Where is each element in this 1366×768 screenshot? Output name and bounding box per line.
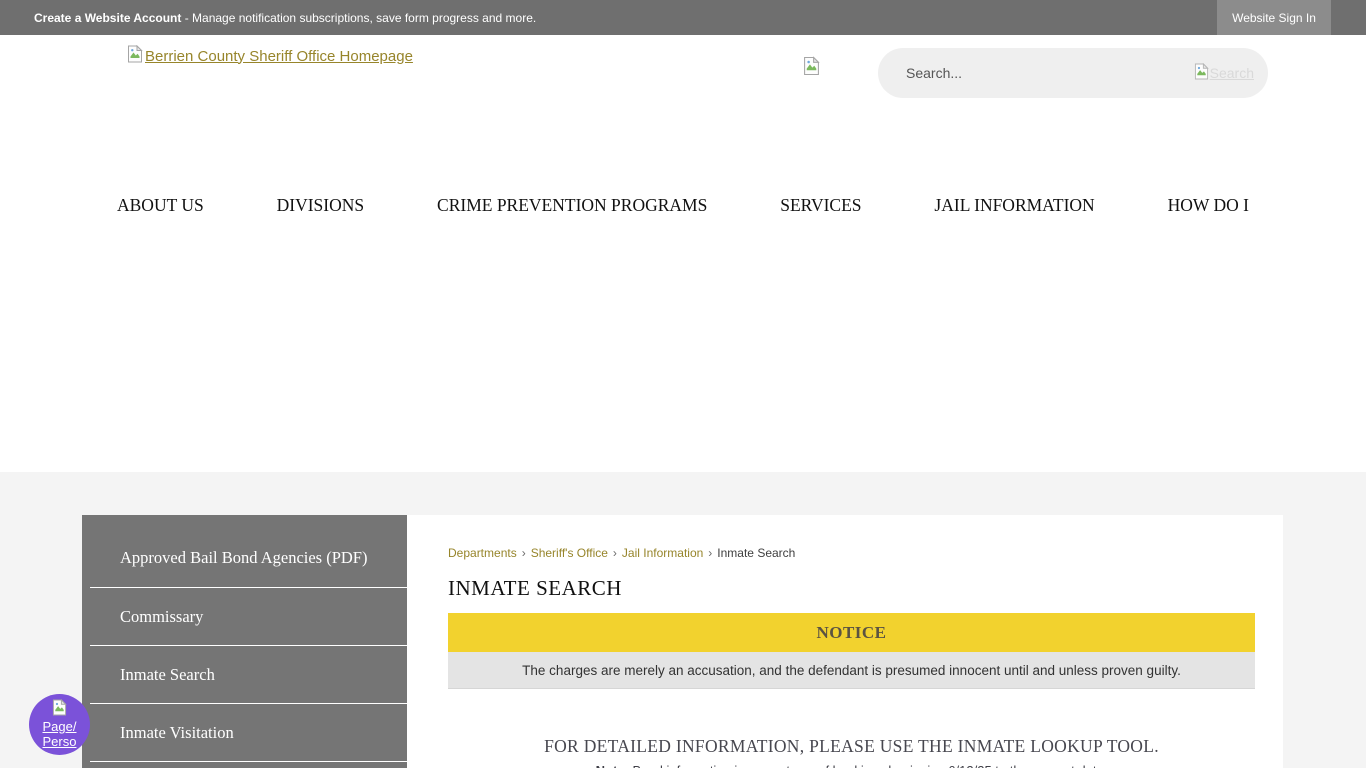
note-text: Bond information is accurate as of booki… [629,763,1107,768]
create-account-message[interactable]: Create a Website Account - Manage notifi… [34,11,536,25]
main-content: Departments › Sheriff's Office › Jail Inform… [407,515,1283,768]
sidebar-item-inmate-search[interactable]: Inmate Search [90,646,407,704]
breadcrumb-separator: › [708,546,712,560]
breadcrumb-separator: › [613,546,617,560]
broken-image-icon [52,699,67,719]
broken-image-icon [803,56,820,81]
notice-banner: NOTICE [448,613,1255,652]
content-panel: Approved Bail Bond Agencies (PDF) Commis… [82,515,1283,768]
broken-image-icon [1194,63,1209,83]
page-title: INMATE SEARCH [448,576,1255,601]
note-label: Note: [596,763,629,768]
notice-disclaimer-text: The charges are merely an accusation, an… [522,663,1181,678]
notice-disclaimer-strip: The charges are merely an accusation, an… [448,652,1255,689]
breadcrumb: Departments › Sheriff's Office › Jail Inform… [448,546,1255,560]
create-account-link[interactable]: Create a Website Account [34,11,181,25]
jail-information-sidebar: Approved Bail Bond Agencies (PDF) Commis… [82,515,407,768]
page-personalization-widget-button[interactable]: Page/ Perso [29,694,90,755]
nav-item-divisions[interactable]: DIVISIONS [277,195,365,216]
search-box: Search [878,48,1268,98]
search-input[interactable] [906,65,1194,81]
top-announcement-bar: Create a Website Account - Manage notifi… [0,0,1366,35]
notice-banner-title: NOTICE [816,623,886,643]
homepage-logo-link[interactable]: Berrien County Sheriff Office Homepage [127,45,413,67]
nav-item-about-us[interactable]: ABOUT US [117,195,204,216]
widget-alt-text-line1: Page/ [43,719,77,734]
main-navigation: ABOUT US DIVISIONS CRIME PREVENTION PROG… [117,195,1249,216]
inmate-lookup-message: FOR DETAILED INFORMATION, PLEASE USE THE… [448,736,1255,757]
search-submit-link[interactable]: Search [1194,63,1254,83]
breadcrumb-sheriffs-office[interactable]: Sheriff's Office [531,546,608,560]
nav-item-services[interactable]: SERVICES [780,195,861,216]
website-sign-in-button[interactable]: Website Sign In [1217,0,1331,35]
nav-item-how-do-i[interactable]: HOW DO I [1168,195,1249,216]
site-header: Berrien County Sheriff Office Homepage S… [0,35,1366,472]
create-account-description: - Manage notification subscriptions, sav… [181,11,536,25]
broken-image-icon [127,45,143,67]
sidebar-item-inmate-visitation[interactable]: Inmate Visitation [90,704,407,762]
breadcrumb-separator: › [522,546,526,560]
nav-item-jail-information[interactable]: JAIL INFORMATION [934,195,1094,216]
breadcrumb-current-inmate-search: Inmate Search [717,546,795,560]
nav-item-crime-prevention-programs[interactable]: CRIME PREVENTION PROGRAMS [437,195,707,216]
search-submit-label: Search [1210,65,1254,81]
breadcrumb-departments[interactable]: Departments [448,546,517,560]
breadcrumb-jail-information[interactable]: Jail Information [622,546,703,560]
bond-information-note: Note: Bond information is accurate as of… [448,763,1255,768]
homepage-logo-alt-text: Berrien County Sheriff Office Homepage [145,48,413,65]
widget-alt-text-line2: Perso [43,734,77,749]
sidebar-item-approved-bail-bond-agencies[interactable]: Approved Bail Bond Agencies (PDF) [90,529,407,588]
sidebar-item-commissary[interactable]: Commissary [90,588,407,646]
